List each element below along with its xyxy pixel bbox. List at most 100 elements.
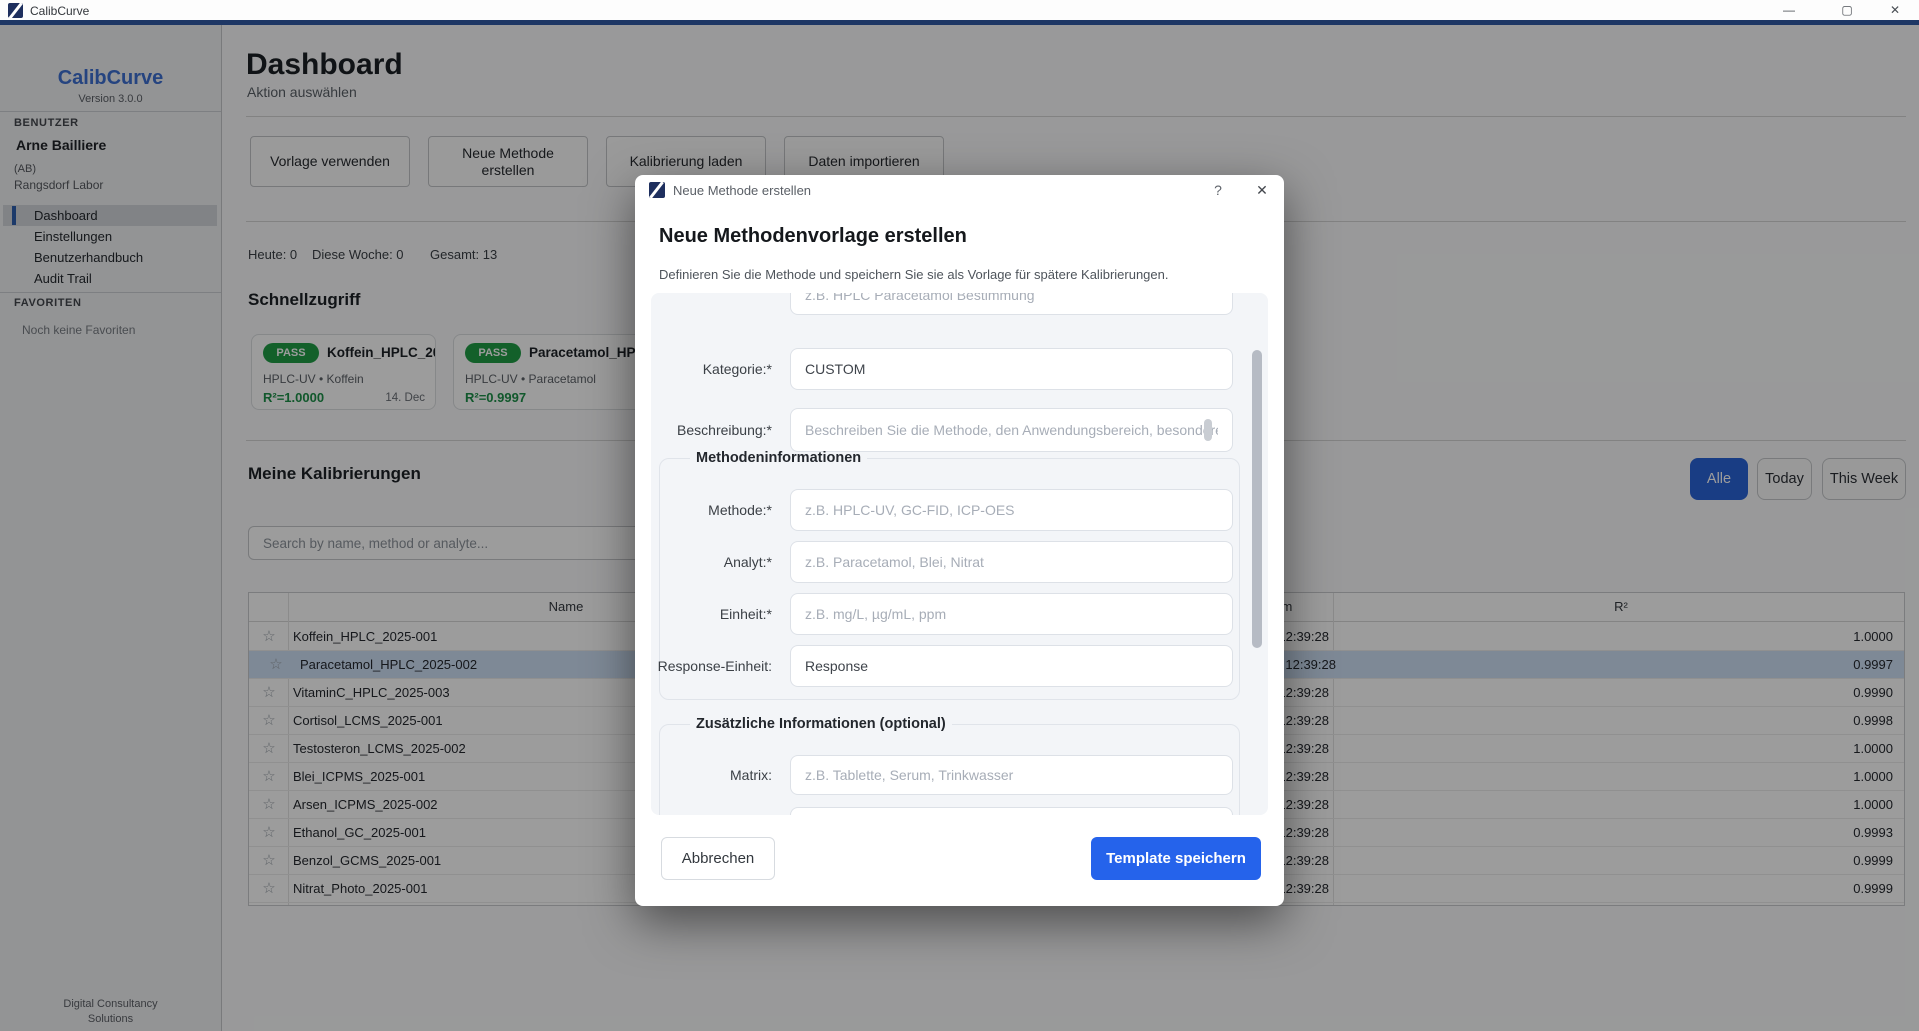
modal-heading: Neue Methodenvorlage erstellen [659, 225, 967, 248]
sidebar-item-einstellungen[interactable]: Einstellungen [3, 226, 217, 247]
quick-access-card[interactable]: PASS Koffein_HPLC_2025 HPLC-UV • Koffein… [251, 334, 436, 410]
star-icon[interactable]: ☆ [259, 875, 279, 903]
quick-access-card[interactable]: PASS Paracetamol_HPLC HPLC-UV • Paraceta… [453, 334, 655, 410]
active-indicator-bar [12, 206, 16, 225]
star-icon[interactable]: ☆ [259, 763, 279, 791]
brand-logo-text: CalibCurve [0, 67, 221, 90]
additional-info-legend: Zusätzliche Informationen (optional) [690, 716, 952, 732]
new-method-modal: Neue Methode erstellen ? ✕ Neue Methoden… [635, 175, 1284, 906]
beschreibung-input[interactable] [790, 408, 1233, 452]
star-icon[interactable]: ☆ [259, 791, 279, 819]
filter-today-button[interactable]: Today [1757, 458, 1812, 500]
quick-access-title: Schnellzugriff [248, 290, 360, 310]
maximize-icon[interactable]: ▢ [1834, 1, 1860, 19]
help-icon[interactable]: ? [1205, 179, 1231, 201]
row-name: VitaminC_HPLC_2025-003 [293, 679, 450, 707]
kategorie-input[interactable] [790, 348, 1233, 390]
einheit-input[interactable] [790, 593, 1233, 635]
sidebar-item-benutzerhandbuch[interactable]: Benutzerhandbuch [3, 247, 217, 268]
use-template-button[interactable]: Vorlage verwenden [250, 136, 410, 187]
titlebar-accent-bar [0, 20, 1919, 25]
star-icon[interactable]: ☆ [259, 707, 279, 735]
star-icon[interactable]: ☆ [259, 679, 279, 707]
beschreibung-label: Beschreibung:* [651, 408, 772, 452]
sidebar-item-label: Dashboard [34, 208, 98, 223]
divider [246, 116, 1906, 117]
user-name: Arne Bailliere [16, 137, 106, 153]
stat-week: Diese Woche: 0 [312, 247, 404, 262]
modal-close-icon[interactable]: ✕ [1249, 179, 1275, 201]
row-r2: 0.9993 [1773, 819, 1893, 847]
row-r2: 1.0000 [1773, 735, 1893, 763]
kategorie-label: Kategorie:* [651, 348, 772, 390]
page-subtitle: Aktion auswählen [247, 84, 357, 100]
row-name: Ethanol_GC_2025-001 [293, 819, 426, 847]
row-name: Blei_ICPMS_2025-001 [293, 763, 425, 791]
card-method: HPLC-UV • Koffein [263, 372, 364, 386]
card-date: 14. Dec [385, 392, 425, 404]
row-name: Paracetamol_HPLC_2025-002 [300, 651, 477, 679]
analyt-label: Analyt:* [651, 541, 772, 583]
row-name: Testosteron_LCMS_2025-002 [293, 735, 466, 763]
clipped-field[interactable]: z.B. HPLC Paracetamol Bestimmung [790, 293, 1233, 315]
row-name: Benzol_GCMS_2025-001 [293, 847, 441, 875]
star-icon[interactable]: ☆ [259, 623, 279, 651]
star-icon[interactable]: ☆ [259, 735, 279, 763]
method-info-legend: Methodeninformationen [690, 450, 867, 466]
favorites-section-label: FAVORITEN [14, 297, 82, 309]
sidebar-footer: Digital Consultancy Solutions [0, 997, 221, 1027]
row-r2: 1.0000 [1773, 791, 1893, 819]
stat-total: Gesamt: 13 [430, 247, 497, 262]
matrix-input[interactable] [790, 755, 1233, 795]
methode-label: Methode:* [651, 489, 772, 531]
einheit-label: Einheit:* [651, 593, 772, 635]
row-name: Nitrat_Photo_2025-001 [293, 875, 427, 903]
card-r2: R²=1.0000 [263, 390, 324, 405]
user-initials: (AB) [14, 163, 36, 175]
star-icon[interactable]: ☆ [259, 847, 279, 875]
user-section-label: BENUTZER [14, 117, 79, 129]
row-name: Cortisol_LCMS_2025-001 [293, 707, 443, 735]
row-r2: 1.0000 [1773, 623, 1893, 651]
app-logo-icon [8, 3, 23, 18]
app-version: Version 3.0.0 [0, 93, 221, 105]
row-name: Arsen_ICPMS_2025-002 [293, 791, 438, 819]
row-r2: 0.9990 [1773, 679, 1893, 707]
new-method-button[interactable]: Neue Methode erstellen [428, 136, 588, 187]
card-r2: R²=0.9997 [465, 390, 526, 405]
sidebar-item-audit-trail[interactable]: Audit Trail [3, 268, 217, 289]
sidebar-item-label: Audit Trail [34, 271, 92, 286]
response-einheit-input[interactable] [790, 645, 1233, 687]
sidebar-item-dashboard[interactable]: Dashboard [3, 205, 217, 226]
methode-input[interactable] [790, 489, 1233, 531]
modal-scrollbar[interactable] [1252, 350, 1262, 648]
row-r2: 1.0000 [1773, 763, 1893, 791]
user-lab: Rangsdorf Labor [14, 178, 103, 192]
sidebar-item-label: Einstellungen [34, 229, 112, 244]
filter-alle-button[interactable]: Alle [1690, 458, 1748, 500]
page-title: Dashboard [246, 48, 403, 82]
matrix-label: Matrix: [651, 755, 772, 795]
save-template-button[interactable]: Template speichern [1091, 837, 1261, 880]
row-r2: 0.9999 [1773, 875, 1893, 903]
response-einheit-label: Response-Einheit: [651, 645, 772, 687]
close-icon[interactable]: ✕ [1882, 1, 1908, 19]
partial-field-input[interactable] [790, 807, 1233, 815]
modal-window-title: Neue Methode erstellen [673, 183, 811, 198]
cancel-button[interactable]: Abbrechen [661, 837, 775, 880]
calibrations-title: Meine Kalibrierungen [248, 464, 421, 484]
favorites-empty-text: Noch keine Favoriten [22, 323, 135, 337]
analyt-input[interactable] [790, 541, 1233, 583]
column-header-r2[interactable]: R² [1561, 593, 1681, 621]
star-icon[interactable]: ☆ [259, 819, 279, 847]
column-header-name[interactable]: Name [501, 593, 631, 621]
star-icon[interactable]: ☆ [266, 651, 286, 679]
row-name: Koffein_HPLC_2025-001 [293, 623, 437, 651]
filter-this-week-button[interactable]: This Week [1822, 458, 1906, 500]
row-r2: 0.9998 [1773, 707, 1893, 735]
modal-form-panel: z.B. HPLC Paracetamol Bestimmung Kategor… [651, 293, 1268, 815]
window-title: CalibCurve [30, 4, 89, 18]
minimize-icon[interactable]: — [1776, 1, 1802, 19]
sidebar-divider [0, 111, 221, 112]
textarea-scrollbar-thumb[interactable] [1204, 419, 1212, 441]
